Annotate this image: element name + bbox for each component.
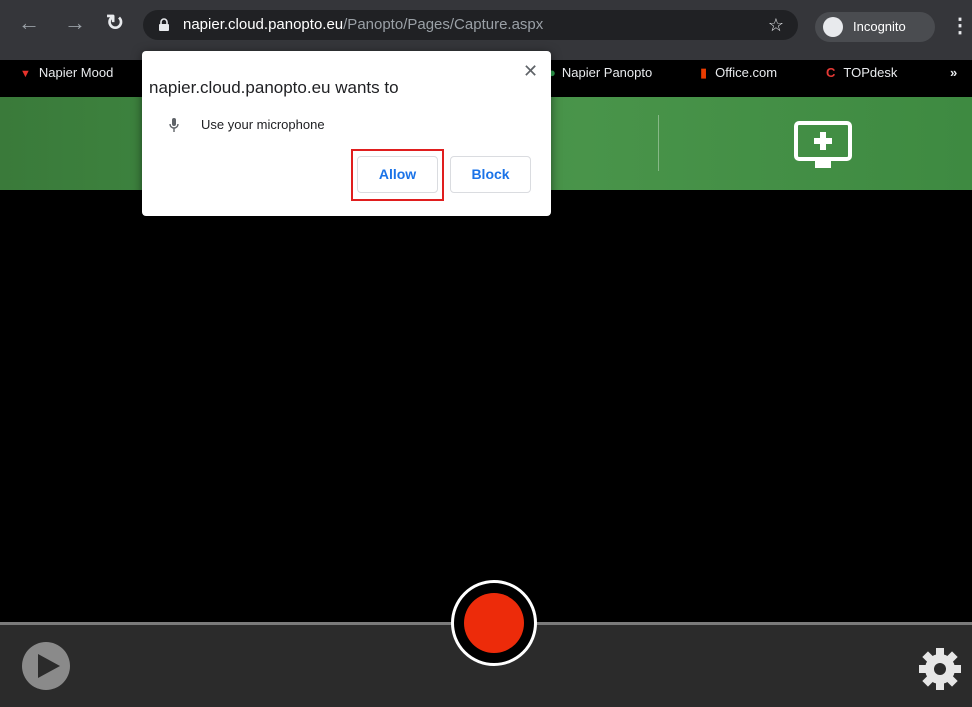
lock-icon[interactable] <box>158 18 170 31</box>
bookmark-napier-panopto[interactable]: ● Napier Panopto <box>548 60 652 94</box>
forward-icon[interactable]: → <box>63 8 87 38</box>
bookmark-topdesk[interactable]: C TOPdesk <box>826 60 897 94</box>
url-text[interactable]: napier.cloud.panopto.eu/Panopto/Pages/Ca… <box>183 10 543 40</box>
incognito-label: Incognito <box>853 19 906 34</box>
settings-gear-icon[interactable] <box>917 646 963 692</box>
incognito-badge[interactable]: Incognito <box>815 12 935 42</box>
bookmark-label: TOPdesk <box>843 65 898 80</box>
bookmark-label: Napier Mood <box>38 65 114 80</box>
url-path: /Panopto/Pages/Capture.aspx <box>343 16 544 33</box>
menu-icon[interactable]: ⋮ <box>950 14 970 38</box>
office-icon: ▮ <box>700 65 708 80</box>
header-divider <box>658 115 659 171</box>
bookmark-office[interactable]: ▮ Office.com <box>700 60 777 94</box>
microphone-icon <box>169 118 179 132</box>
permission-request-text: Use your microphone <box>201 117 325 132</box>
bookmark-napier-moodle[interactable]: ▼ Napier Mood <box>20 60 113 94</box>
bookmark-star-icon[interactable]: ☆ <box>768 10 784 40</box>
dialog-title: napier.cloud.panopto.eu wants to <box>149 78 399 97</box>
permission-dialog: napier.cloud.panopto.eu wants to ✕ Use y… <box>142 51 551 216</box>
allow-button[interactable]: Allow <box>357 156 438 193</box>
bookmarks-overflow[interactable]: » <box>950 60 957 94</box>
topdesk-icon: C <box>826 65 836 80</box>
panopto-logo-icon <box>22 642 70 690</box>
block-button[interactable]: Block <box>450 156 531 193</box>
napier-flag-icon: ▼ <box>20 68 31 80</box>
video-preview <box>0 190 972 622</box>
reload-icon[interactable]: ↻ <box>103 8 127 38</box>
record-button[interactable] <box>451 580 537 666</box>
record-dot-icon <box>464 593 524 653</box>
add-screen-icon[interactable] <box>793 120 853 170</box>
url-domain: napier.cloud.panopto.eu <box>183 16 344 33</box>
address-bar[interactable]: napier.cloud.panopto.eu/Panopto/Pages/Ca… <box>143 10 798 40</box>
close-icon[interactable]: ✕ <box>523 61 538 82</box>
bookmark-label: Napier Panopto <box>561 65 653 80</box>
bookmark-label: Office.com <box>715 65 778 80</box>
back-icon[interactable]: ← <box>17 8 41 38</box>
incognito-icon <box>823 17 843 37</box>
